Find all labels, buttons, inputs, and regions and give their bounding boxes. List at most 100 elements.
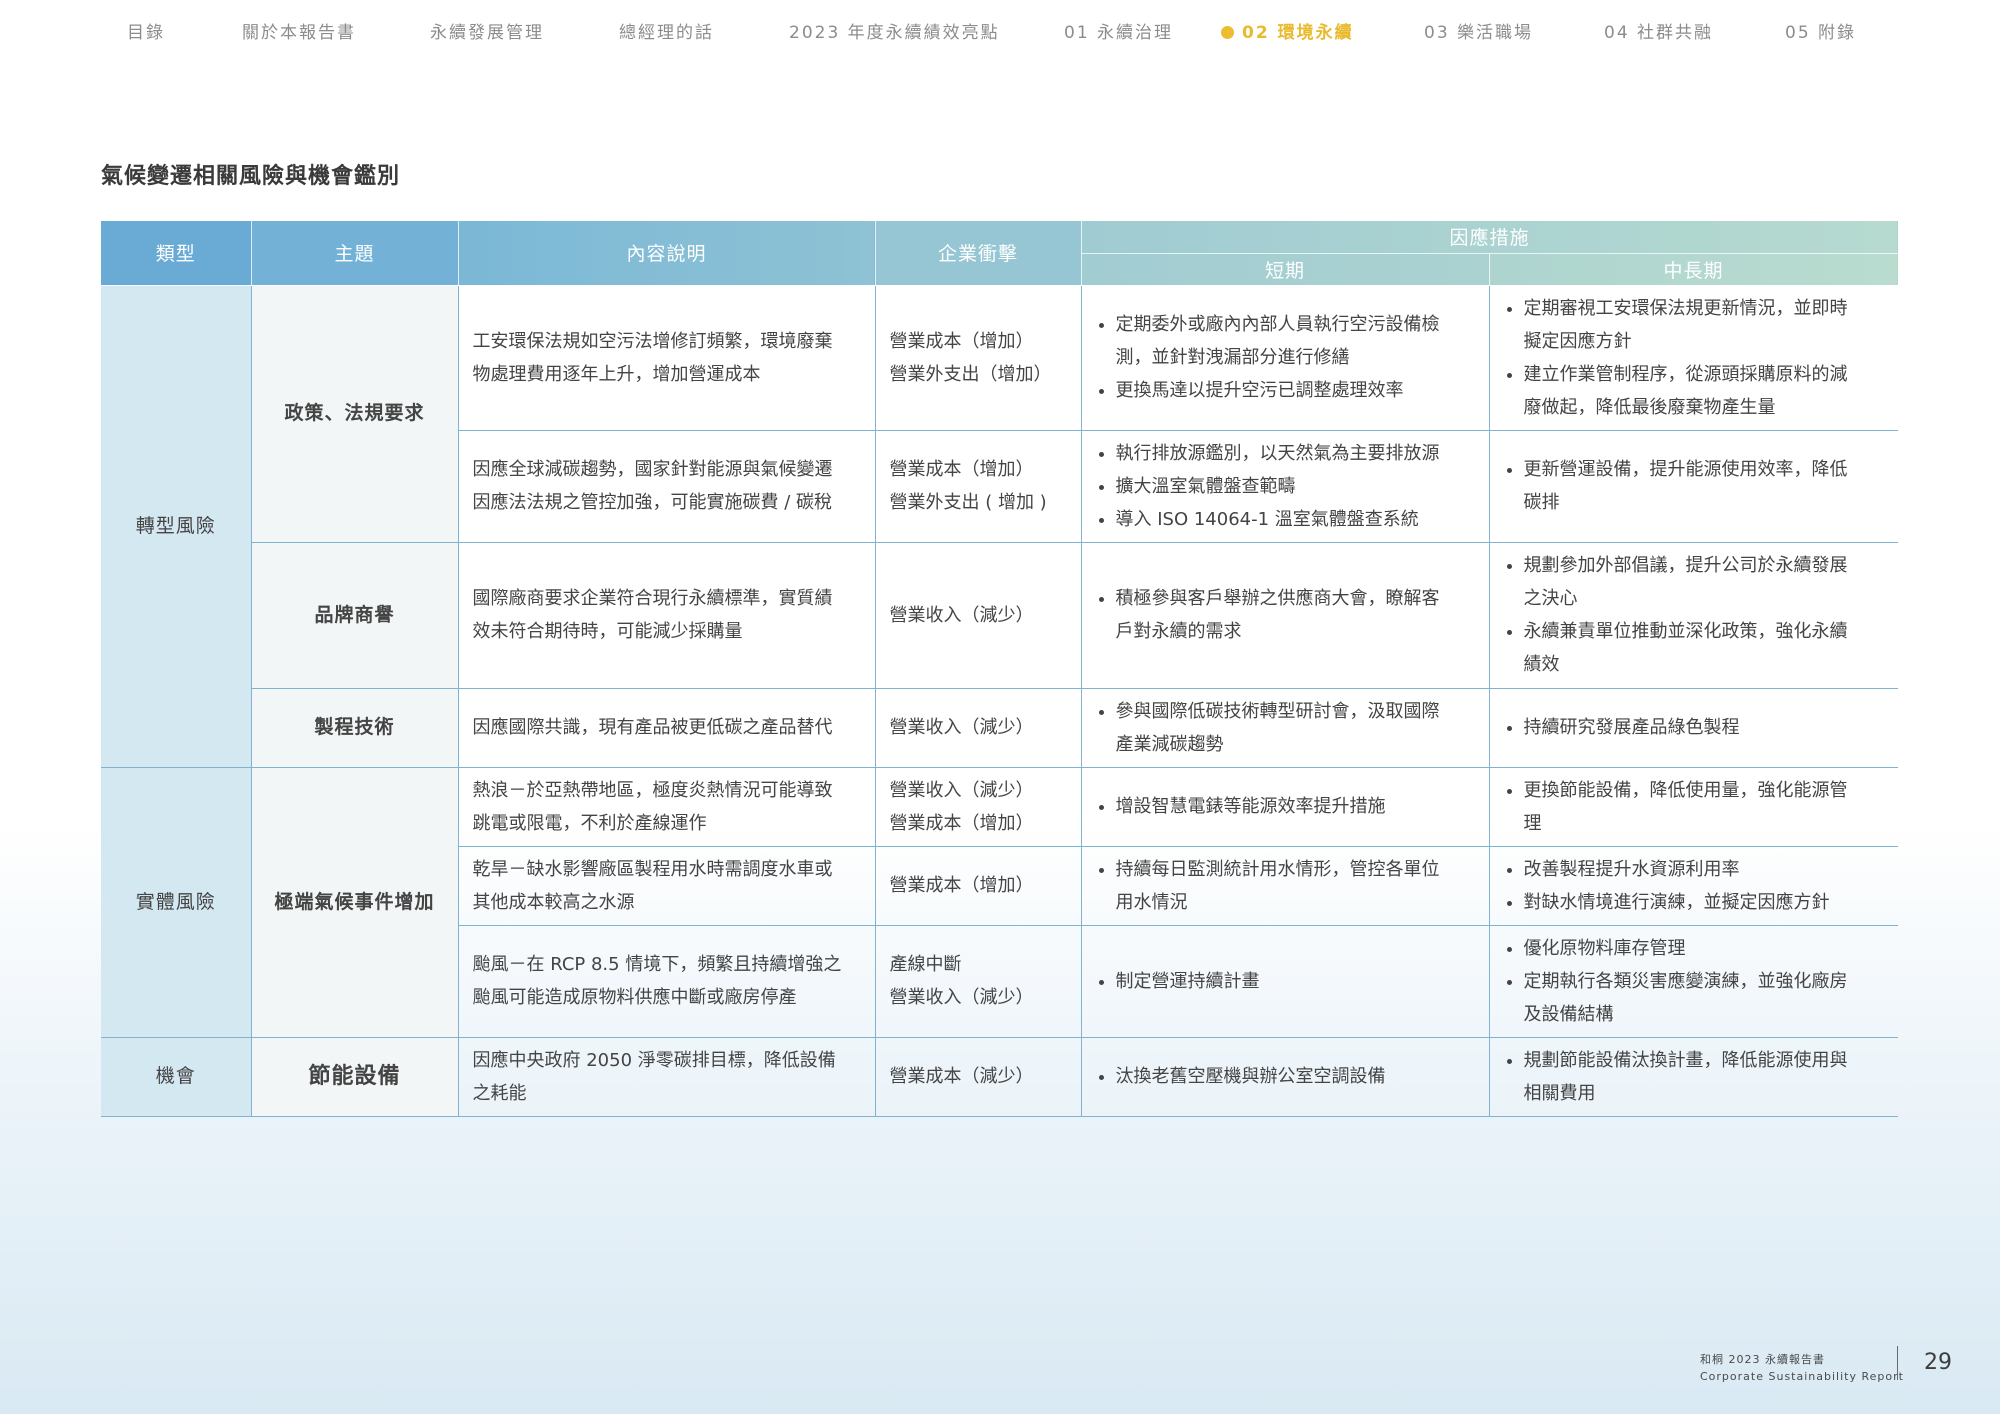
impact-cell: 營業成本（增加） 營業外支出 ( 增加 ) <box>874 429 1082 543</box>
desc-line: 熱浪－於亞熱帶地區，極度炎熱情況可能導致 <box>472 779 833 801</box>
topic-cell: 品牌商譽 <box>251 541 459 689</box>
desc-line: 因應中央政府 2050 淨零碳排目標，降低設備 <box>472 1049 836 1071</box>
nav-item-sustainability-management[interactable]: 永續發展管理 <box>430 18 544 43</box>
impact-line: 營業成本（增加） <box>889 875 1034 896</box>
measure-item: 更換節能設備，降低使用量，強化能源管理 <box>1524 774 1885 840</box>
measure-line: 導入 ISO 14064-1 溫室氣體盤查系統 <box>1115 508 1419 530</box>
page-number: 29 <box>1924 1350 1952 1375</box>
measure-line: 定期執行各類災害應變演練，並強化廠房 <box>1523 970 1848 992</box>
measure-line: 對缺水情境進行演練，並擬定因應方針 <box>1523 891 1830 913</box>
desc-cell: 因應中央政府 2050 淨零碳排目標，降低設備 之耗能 <box>457 1036 876 1117</box>
short-term-cell: 增設智慧電錶等能源效率提升措施 <box>1080 766 1490 847</box>
short-term-cell: 定期委外或廠內內部人員執行空污設備檢測，並針對洩漏部分進行修繕 更換馬達以提升空… <box>1080 284 1490 431</box>
measure-line: 參與國際低碳技術轉型研討會，汲取國際 <box>1115 700 1440 722</box>
measure-line: 執行排放源鑑別，以天然氣為主要排放源 <box>1115 442 1440 464</box>
measure-item: 定期審視工安環保法規更新情況，並即時擬定因應方針 <box>1524 292 1885 358</box>
top-navigation: 目錄 關於本報告書 永續發展管理 總經理的話 2023 年度永續績效亮點 01 … <box>0 0 2000 60</box>
measure-item: 改善製程提升水資源利用率 <box>1524 853 1885 886</box>
impact-line: 營業外支出 ( 增加 ) <box>889 492 1047 513</box>
measure-line: 規劃節能設備汰換計畫，降低能源使用與 <box>1523 1049 1848 1071</box>
nav-item-workplace[interactable]: 03 樂活職場 <box>1424 18 1533 43</box>
header-desc: 內容說明 <box>458 221 876 286</box>
desc-line: 之耗能 <box>472 1082 527 1104</box>
nav-item-president-message[interactable]: 總經理的話 <box>619 18 714 43</box>
climate-risk-table: 類型 主題 內容說明 企業衝擊 因應措施 短期 中長期 轉型風險 政策、法規要求… <box>101 221 1899 1117</box>
impact-line: 營業外支出（增加） <box>889 363 1052 385</box>
measure-item: 更新營運設備，提升能源使用效率，降低碳排 <box>1524 453 1885 519</box>
nav-item-appendix[interactable]: 05 附錄 <box>1785 18 1856 43</box>
report-footer: 和桐 2023 永續報告書 Corporate Sustainability R… <box>1700 1351 1904 1385</box>
measure-item: 制定營運持續計畫 <box>1116 965 1475 998</box>
measure-item: 更換馬達以提升空污已調整處理效率 <box>1116 374 1475 407</box>
topic-cell: 節能設備 <box>250 1036 459 1117</box>
mid-long-term-cell: 規劃參加外部倡議，提升公司於永續發展之決心 永續兼責單位推動並深化政策，強化永續… <box>1488 541 1899 689</box>
nav-item-community[interactable]: 04 社群共融 <box>1604 18 1713 43</box>
nav-item-about-report[interactable]: 關於本報告書 <box>242 18 356 43</box>
measure-item: 持續每日監測統計用水情形，管控各單位用水情況 <box>1116 853 1475 919</box>
impact-line: 營業成本（增加） <box>889 330 1034 352</box>
measure-line: 持續研究發展產品綠色製程 <box>1523 717 1740 738</box>
measure-item: 擴大溫室氣體盤查範疇 <box>1116 470 1475 503</box>
short-term-cell: 積極參與客戶舉辦之供應商大會，瞭解客戶對永續的需求 <box>1080 541 1490 689</box>
topic-cell: 政策、法規要求 <box>250 284 459 543</box>
measure-line: 汰換老舊空壓機與辦公室空調設備 <box>1115 1066 1386 1087</box>
measure-item: 規劃節能設備汰換計畫，降低能源使用與相關費用 <box>1524 1044 1885 1110</box>
nav-item-2023-highlights[interactable]: 2023 年度永續績效亮點 <box>789 18 1000 43</box>
measure-item: 優化原物料庫存管理 <box>1524 932 1885 965</box>
impact-cell: 營業成本（增加） <box>874 845 1082 926</box>
measure-line: 擬定因應方針 <box>1523 330 1632 352</box>
measure-line: 擴大溫室氣體盤查範疇 <box>1115 475 1296 497</box>
measure-line: 更換節能設備，降低使用量，強化能源管 <box>1523 779 1848 801</box>
measure-item: 定期委外或廠內內部人員執行空污設備檢測，並針對洩漏部分進行修繕 <box>1116 308 1475 374</box>
measure-line: 永續兼責單位推動並深化政策，強化永續 <box>1523 621 1848 642</box>
measure-item: 積極參與客戶舉辦之供應商大會，瞭解客戶對永續的需求 <box>1116 582 1475 648</box>
measure-line: 建立作業管制程序，從源頭採購原料的減 <box>1523 363 1848 385</box>
nav-item-governance[interactable]: 01 永續治理 <box>1064 18 1173 43</box>
desc-line: 工安環保法規如空污法增修訂頻繁，環境廢棄 <box>472 330 833 352</box>
measure-line: 碳排 <box>1523 492 1560 513</box>
measure-line: 定期委外或廠內內部人員執行空污設備檢 <box>1115 314 1440 335</box>
short-term-cell: 參與國際低碳技術轉型研討會，汲取國際產業減碳趨勢 <box>1080 687 1490 768</box>
measure-line: 廢做起，降低最後廢棄物產生量 <box>1523 396 1776 418</box>
measure-line: 相關費用 <box>1523 1082 1596 1104</box>
measure-item: 導入 ISO 14064-1 溫室氣體盤查系統 <box>1116 503 1475 536</box>
table-row: 實體風險 極端氣候事件增加 熱浪－於亞熱帶地區，極度炎熱情況可能導致 跳電或限電… <box>101 766 1899 1038</box>
category-cell: 機會 <box>101 1036 252 1117</box>
impact-cell: 營業成本（減少） <box>874 1036 1082 1117</box>
mid-long-term-cell: 更換節能設備，降低使用量，強化能源管理 <box>1488 766 1899 847</box>
measure-line: 理 <box>1523 812 1542 834</box>
desc-cell: 因應全球減碳趨勢，國家針對能源與氣候變遷 因應法法規之管控加強，可能實施碳費 /… <box>458 429 876 543</box>
measure-line: 積極參與客戶舉辦之供應商大會，瞭解客 <box>1115 588 1440 609</box>
table-row: 機會 節能設備 因應中央政府 2050 淨零碳排目標，降低設備 之耗能 營業成本… <box>101 1036 1899 1117</box>
table-header: 類型 主題 內容說明 企業衝擊 因應措施 短期 中長期 <box>101 221 1899 286</box>
desc-cell: 乾旱－缺水影響廠區製程用水時需調度水車或 其他成本較高之水源 <box>458 845 876 926</box>
nav-item-environment-label: 02 環境永續 <box>1242 23 1354 43</box>
category-cell: 轉型風險 <box>101 284 252 768</box>
impact-cell: 營業成本（增加） 營業外支出（增加） <box>874 284 1082 431</box>
table-row: 品牌商譽 國際廠商要求企業符合現行永續標準，實質績 效未符合期待時，可能減少採購… <box>101 541 1899 689</box>
risk-table-container: 類型 主題 內容說明 企業衝擊 因應措施 短期 中長期 轉型風險 政策、法規要求… <box>101 221 1899 1117</box>
measure-line: 產業減碳趨勢 <box>1115 733 1224 755</box>
header-type: 類型 <box>101 221 252 286</box>
nav-item-environment[interactable]: 02 環境永續 <box>1221 18 1354 43</box>
measure-item: 汰換老舊空壓機與辦公室空調設備 <box>1116 1060 1475 1093</box>
measure-item: 持續研究發展產品綠色製程 <box>1524 711 1885 744</box>
impact-line: 營業收入（減少） <box>889 604 1034 626</box>
measure-item: 規劃參加外部倡議，提升公司於永續發展之決心 <box>1524 549 1885 615</box>
measure-line: 增設智慧電錶等能源效率提升措施 <box>1115 796 1386 817</box>
measure-line: 定期審視工安環保法規更新情況，並即時 <box>1523 297 1848 319</box>
measure-line: 規劃參加外部倡議，提升公司於永續發展 <box>1523 555 1848 576</box>
short-term-cell: 持續每日監測統計用水情形，管控各單位用水情況 <box>1080 845 1490 926</box>
mid-long-term-cell: 改善製程提升水資源利用率 對缺水情境進行演練，並擬定因應方針 <box>1488 845 1899 926</box>
impact-cell: 營業收入（減少） <box>874 687 1082 768</box>
desc-cell: 熱浪－於亞熱帶地區，極度炎熱情況可能導致 跳電或限電，不利於產線運作 <box>457 766 876 847</box>
measure-line: 測，並針對洩漏部分進行修繕 <box>1115 347 1350 368</box>
nav-item-contents[interactable]: 目錄 <box>127 18 165 43</box>
header-mid-long-term: 中長期 <box>1489 253 1899 286</box>
short-term-cell: 汰換老舊空壓機與辦公室空調設備 <box>1080 1036 1490 1117</box>
measure-item: 定期執行各類災害應變演練，並強化廠房及設備結構 <box>1524 965 1885 1031</box>
header-impact: 企業衝擊 <box>875 221 1082 286</box>
desc-cell: 因應國際共識，現有產品被更低碳之產品替代 <box>457 687 876 768</box>
measure-line: 制定營運持續計畫 <box>1115 970 1260 992</box>
desc-line: 因應全球減碳趨勢，國家針對能源與氣候變遷 <box>472 459 833 480</box>
